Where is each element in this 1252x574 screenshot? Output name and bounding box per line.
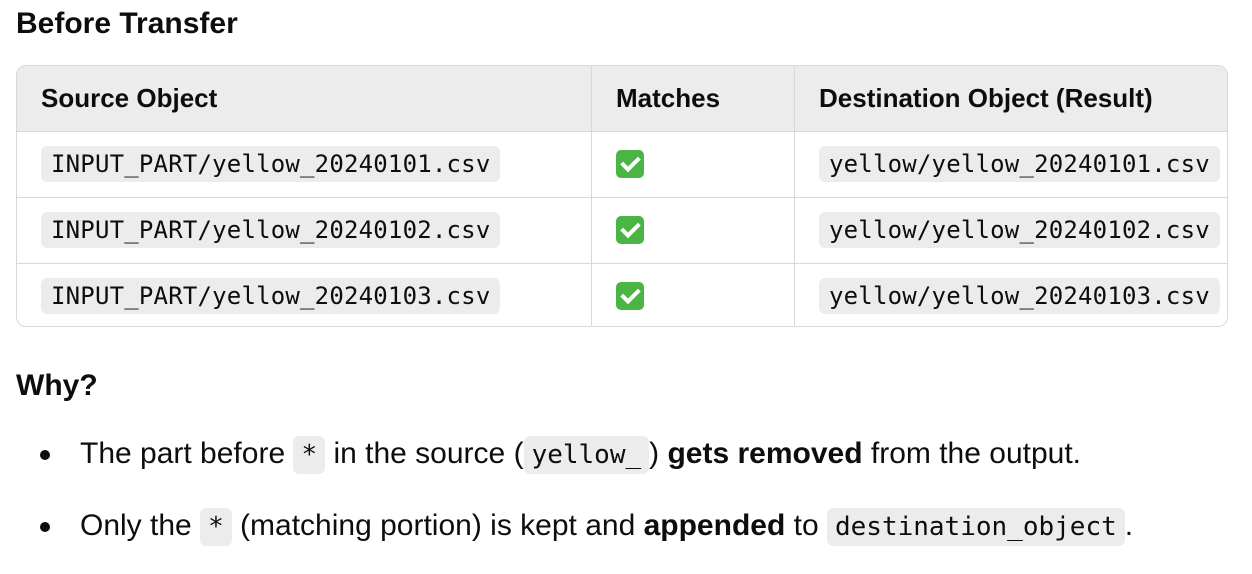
destination-cell: yellow/yellow_20240103.csv xyxy=(795,263,1228,326)
match-cell xyxy=(591,197,795,264)
header-destination-object: Destination Object (Result) xyxy=(794,66,1227,132)
list-item: The part before * in the source (yellow_… xyxy=(0,430,1252,479)
destination-cell: yellow/yellow_20240101.csv xyxy=(794,131,1227,198)
bullet-text: in the source ( xyxy=(325,437,524,470)
bold-text: appended xyxy=(643,509,786,542)
green-check-icon xyxy=(616,150,644,178)
table-row: INPUT_PART/yellow_20240103.csv yellow/ye… xyxy=(17,263,1228,326)
source-object-code: INPUT_PART/yellow_20240101.csv xyxy=(41,146,501,182)
inline-code: * xyxy=(293,436,326,474)
bullet-text: to xyxy=(785,509,827,542)
match-cell xyxy=(591,263,795,326)
header-matches: Matches xyxy=(591,66,795,132)
bullet-dot-icon xyxy=(40,450,50,460)
destination-object-code: yellow/yellow_20240101.csv xyxy=(819,146,1220,182)
bullet-text: from the output. xyxy=(862,437,1081,470)
header-source-object: Source Object xyxy=(17,66,592,132)
section-title: Before Transfer xyxy=(16,7,238,40)
bullet-dot-icon xyxy=(40,522,50,532)
bullet-text: . xyxy=(1124,509,1134,542)
source-object-code: INPUT_PART/yellow_20240103.csv xyxy=(41,278,501,314)
destination-object-code: yellow/yellow_20240103.csv xyxy=(819,278,1220,314)
bullet-text: ) xyxy=(649,437,668,470)
bold-text: gets removed xyxy=(667,437,863,470)
bullet-text: Only the xyxy=(80,509,201,542)
green-check-icon xyxy=(616,282,644,310)
inline-code: yellow_ xyxy=(523,436,650,474)
source-cell: INPUT_PART/yellow_20240101.csv xyxy=(17,131,592,198)
match-cell xyxy=(591,131,795,198)
table-row: INPUT_PART/yellow_20240101.csv yellow/ye… xyxy=(17,131,1227,198)
explanation-list: The part before * in the source (yellow_… xyxy=(0,430,1252,574)
green-check-icon xyxy=(616,216,644,244)
why-heading: Why? xyxy=(16,369,98,402)
inline-code: * xyxy=(200,508,232,546)
source-object-code: INPUT_PART/yellow_20240102.csv xyxy=(41,212,501,248)
source-cell: INPUT_PART/yellow_20240102.csv xyxy=(17,197,592,264)
inline-code: destination_object xyxy=(826,508,1125,546)
transfer-table: Source Object Matches Destination Object… xyxy=(16,65,1228,327)
destination-object-code: yellow/yellow_20240102.csv xyxy=(819,212,1220,248)
table-row: INPUT_PART/yellow_20240102.csv yellow/ye… xyxy=(17,197,1227,264)
destination-cell: yellow/yellow_20240102.csv xyxy=(794,197,1227,264)
bullet-text: The part before xyxy=(80,437,294,470)
source-cell: INPUT_PART/yellow_20240103.csv xyxy=(17,263,592,326)
bullet-text: (matching portion) is kept and xyxy=(231,509,644,542)
list-item: Only the * (matching portion) is kept an… xyxy=(0,502,1252,551)
table-header-row: Source Object Matches Destination Object… xyxy=(17,66,1227,132)
